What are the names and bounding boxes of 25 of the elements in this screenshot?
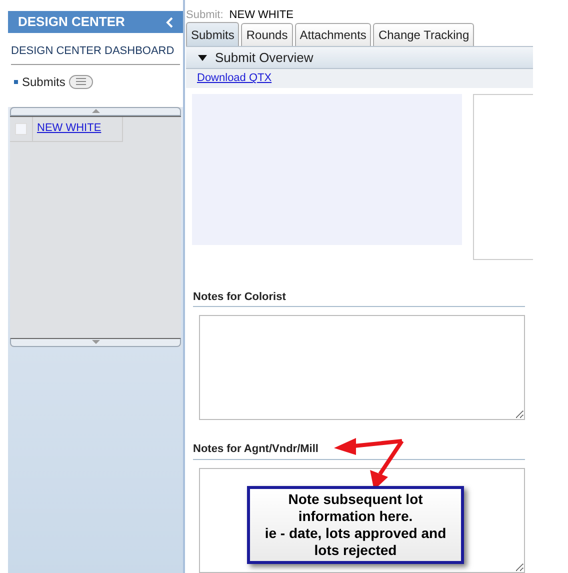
submit-link[interactable]: NEW WHITE: [37, 120, 102, 137]
row-checkbox[interactable]: [15, 122, 27, 134]
tab[interactable]: Change Tracking: [373, 23, 474, 46]
download-link[interactable]: Download QTX: [197, 70, 272, 87]
breadcrumb-label: Submit:: [186, 9, 224, 22]
notes-field[interactable]: [199, 315, 525, 420]
collapse-icon[interactable]: [166, 16, 173, 28]
list-icon: [76, 78, 86, 85]
notes-label: Notes for Colorist: [193, 288, 525, 308]
nav-item[interactable]: Submits: [22, 72, 66, 90]
list-toggle-button[interactable]: [69, 74, 94, 88]
bullet-icon: [14, 80, 18, 84]
notes-field[interactable]: [199, 468, 525, 573]
breadcrumb-value: NEW WHITE: [229, 9, 294, 22]
dashboard-link[interactable]: DESIGN CENTER DASHBOARD: [11, 43, 180, 64]
down-arrow-icon: [92, 340, 100, 344]
callout-text: ie - date, lots approved and lots rejected: [264, 525, 448, 559]
sidebar-title: DESIGN CENTER: [18, 13, 125, 32]
scroll-down-bar[interactable]: [10, 338, 181, 346]
tab[interactable]: Rounds: [241, 23, 293, 46]
tab[interactable]: Attachments: [294, 23, 372, 46]
tab[interactable]: Submits: [186, 22, 240, 46]
section-header[interactable]: Submit Overview: [186, 46, 533, 70]
up-arrow-icon: [92, 109, 100, 113]
callout-text: Note subsequent lot information here.: [287, 491, 424, 525]
